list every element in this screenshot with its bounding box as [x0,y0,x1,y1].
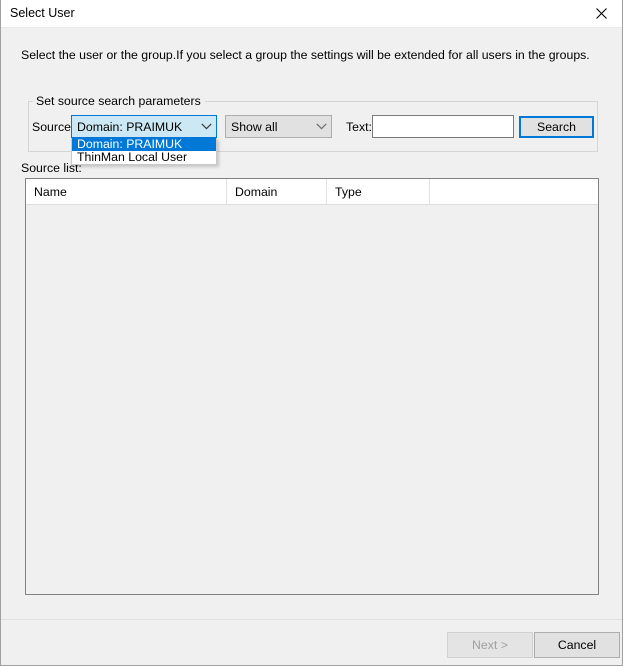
source-label: Source: [32,120,75,134]
close-icon [596,8,607,19]
chevron-down-icon [312,123,331,130]
filter-combobox-value: Show all [231,119,278,134]
footer-separator [1,619,622,620]
search-parameters-legend: Set source search parameters [33,94,205,108]
column-header-domain[interactable]: Domain [227,179,327,204]
dropdown-option-local-user[interactable]: ThinMan Local User [72,151,216,164]
source-combobox[interactable]: Domain: PRAIMUK [71,115,217,138]
close-button[interactable] [579,0,622,27]
column-header-name[interactable]: Name [26,179,227,204]
source-list-table: Name Domain Type [25,178,599,595]
dropdown-option-domain[interactable]: Domain: PRAIMUK [72,138,216,151]
filter-combobox[interactable]: Show all [225,115,332,138]
select-user-dialog: Select User Select the user or the group… [0,0,623,666]
window-title: Select User [10,6,75,20]
title-bar: Select User [1,0,622,28]
table-body[interactable] [26,205,598,594]
source-combobox-value: Domain: PRAIMUK [77,119,183,134]
cancel-button[interactable]: Cancel [534,632,620,658]
instruction-text: Select the user or the group.If you sele… [21,48,590,62]
text-label: Text: [346,120,372,134]
source-combobox-dropdown[interactable]: Domain: PRAIMUK ThinMan Local User [71,138,217,165]
column-header-extra[interactable] [430,179,598,204]
table-header-row: Name Domain Type [26,179,598,205]
next-button[interactable]: Next > [447,632,533,658]
chevron-down-icon [197,123,216,130]
search-button[interactable]: Search [519,116,594,138]
column-header-type[interactable]: Type [327,179,430,204]
search-text-input[interactable] [372,115,514,138]
